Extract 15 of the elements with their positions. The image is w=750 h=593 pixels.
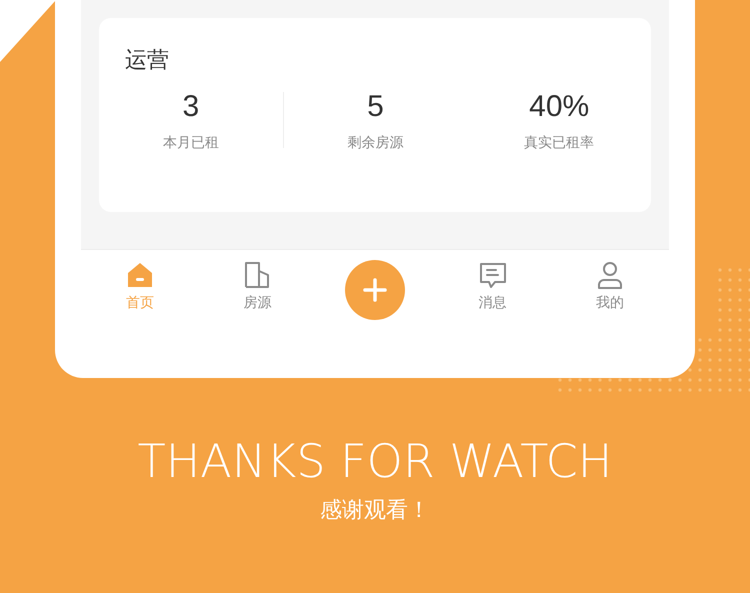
tab-item[interactable]: 首页 [124, 260, 155, 320]
stat-label: 真实已租率 [524, 134, 594, 152]
tab-item[interactable]: 房源 [242, 260, 272, 320]
card-title: 运营 [125, 47, 170, 75]
stat-value: 5 [367, 89, 384, 125]
stat-label: 剩余房源 [348, 134, 404, 152]
tab-item[interactable]: 我的 [595, 260, 626, 320]
thanks-subtitle: 感谢观看！ [320, 497, 430, 525]
stat-value: 40% [529, 89, 590, 125]
stat-label: 本月已租 [162, 134, 219, 152]
tab-item[interactable]: 消息 [478, 260, 508, 320]
thanks-heading: THANKS FOR WATCH [138, 433, 612, 489]
message-icon [478, 260, 508, 290]
plus-icon [362, 277, 388, 303]
stat-value: 3 [182, 89, 200, 125]
